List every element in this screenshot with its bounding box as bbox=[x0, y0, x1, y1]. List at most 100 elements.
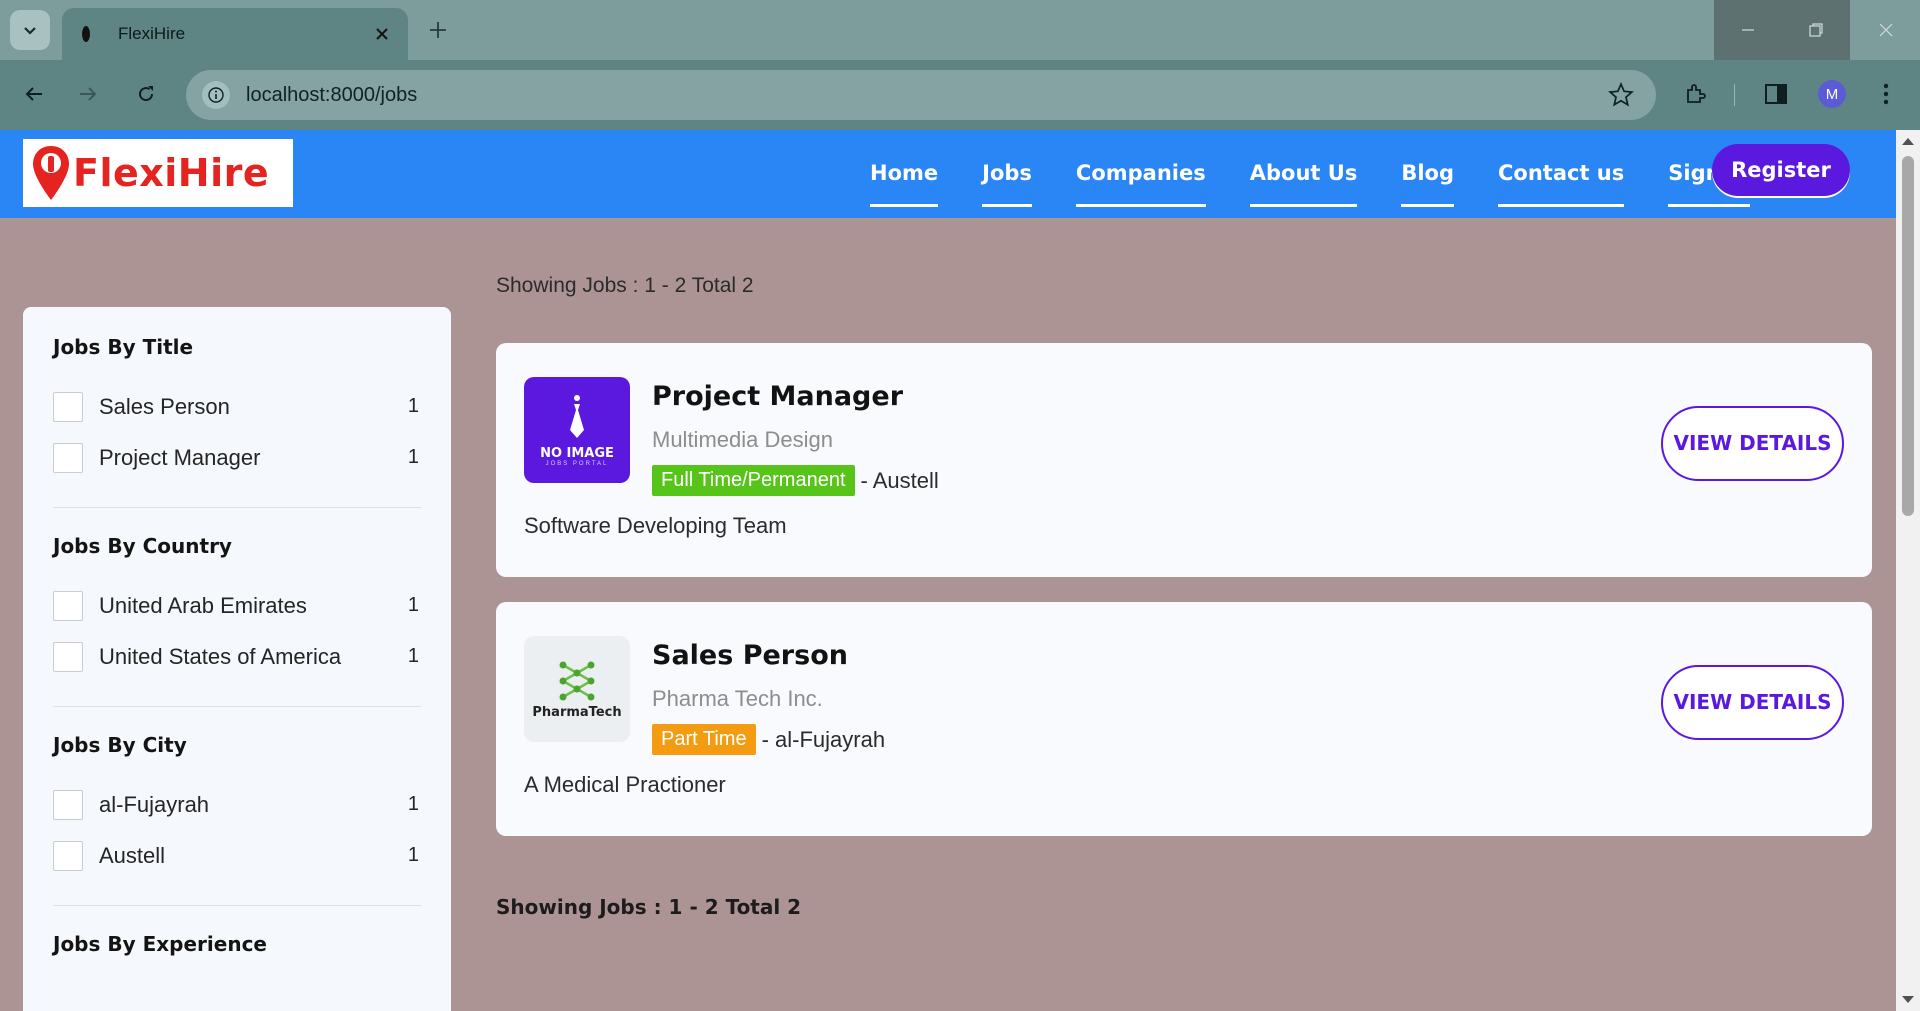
view-details-button[interactable]: VIEW DETAILS bbox=[1661, 406, 1844, 481]
tab-favicon-icon bbox=[78, 24, 94, 44]
job-type-badge: Full Time/Permanent bbox=[652, 465, 855, 496]
filter-checkbox[interactable] bbox=[53, 442, 83, 473]
nav-about-us[interactable]: About Us bbox=[1249, 153, 1357, 207]
register-button[interactable]: Register bbox=[1712, 144, 1850, 196]
company-logo-text: PharmaTech bbox=[532, 704, 622, 720]
filter-item[interactable]: Austell 1 bbox=[53, 830, 421, 881]
view-details-button[interactable]: VIEW DETAILS bbox=[1661, 665, 1844, 740]
site-logo[interactable]: FlexiHire bbox=[23, 139, 293, 207]
kebab-menu-icon bbox=[1883, 83, 1889, 105]
reload-icon bbox=[139, 86, 154, 102]
page-viewport: FlexiHire Home Jobs Companies About Us B… bbox=[0, 130, 1896, 1011]
job-type-badge: Part Time bbox=[652, 724, 756, 755]
address-bar[interactable]: localhost:8000/jobs bbox=[186, 70, 1656, 120]
job-description: A Medical Practioner bbox=[524, 772, 726, 797]
forward-button[interactable] bbox=[70, 76, 106, 112]
logo-placeholder-text: NO IMAGE bbox=[540, 445, 614, 461]
filter-item[interactable]: Sales Person 1 bbox=[53, 381, 421, 432]
browser-tab-strip: FlexiHire bbox=[0, 0, 1920, 60]
filter-heading: Jobs By Experience bbox=[53, 932, 267, 956]
company-name: Multimedia Design bbox=[652, 427, 833, 452]
job-location: - Austell bbox=[860, 467, 939, 493]
filter-label[interactable]: United States of America bbox=[99, 644, 408, 670]
restore-icon bbox=[1809, 23, 1823, 37]
location-pin-icon bbox=[33, 146, 69, 200]
window-close-button[interactable] bbox=[1852, 0, 1920, 60]
side-panel-button[interactable] bbox=[1758, 76, 1794, 112]
browser-menu-button[interactable] bbox=[1868, 76, 1904, 112]
filter-section-experience: Jobs By Experience bbox=[53, 932, 421, 1002]
side-panel-icon bbox=[1765, 84, 1787, 104]
company-logo: NO IMAGE JOBS PORTAL bbox=[524, 377, 630, 483]
filter-checkbox[interactable] bbox=[53, 391, 83, 422]
job-meta: Part Time - al-Fujayrah bbox=[652, 724, 885, 755]
forward-arrow-icon bbox=[80, 87, 97, 101]
job-meta: Full Time/Permanent - Austell bbox=[652, 465, 939, 496]
tab-title: FlexiHire bbox=[118, 24, 186, 43]
job-location: - al-Fujayrah bbox=[761, 726, 886, 752]
filter-label[interactable]: Austell bbox=[99, 843, 408, 869]
browser-toolbar: localhost:8000/jobs M bbox=[0, 60, 1920, 130]
filter-count: 1 bbox=[407, 793, 419, 815]
reload-button[interactable] bbox=[128, 76, 164, 112]
job-title[interactable]: Project Manager bbox=[652, 381, 903, 412]
filter-label[interactable]: United Arab Emirates bbox=[99, 593, 408, 619]
filter-item[interactable]: Project Manager 1 bbox=[53, 432, 421, 483]
toolbar-divider bbox=[1734, 84, 1735, 106]
tie-icon bbox=[570, 394, 584, 438]
filter-count: 1 bbox=[407, 645, 419, 667]
filter-item[interactable]: United Arab Emirates 1 bbox=[53, 580, 421, 631]
filter-checkbox[interactable] bbox=[53, 840, 83, 871]
star-icon[interactable] bbox=[1608, 82, 1634, 108]
url-text[interactable]: localhost:8000/jobs bbox=[246, 84, 417, 107]
filter-heading: Jobs By Country bbox=[53, 534, 232, 558]
company-name: Pharma Tech Inc. bbox=[652, 686, 823, 711]
nav-home[interactable]: Home bbox=[870, 153, 939, 207]
filters-sidebar: Jobs By Title Sales Person 1 Project Man… bbox=[23, 307, 451, 1011]
filter-label[interactable]: Sales Person bbox=[99, 394, 408, 420]
filter-label[interactable]: al-Fujayrah bbox=[99, 792, 408, 818]
minimize-icon bbox=[1742, 29, 1754, 31]
site-header: FlexiHire Home Jobs Companies About Us B… bbox=[0, 130, 1896, 218]
filter-item[interactable]: al-Fujayrah 1 bbox=[53, 779, 421, 830]
scroll-down-arrow[interactable] bbox=[1902, 996, 1914, 1003]
new-tab-button[interactable] bbox=[424, 16, 452, 44]
info-icon[interactable] bbox=[202, 81, 230, 109]
job-description: Software Developing Team bbox=[524, 513, 787, 538]
main-nav: Home Jobs Companies About Us Blog Contac… bbox=[870, 130, 1794, 218]
back-button[interactable] bbox=[16, 76, 52, 112]
nav-jobs[interactable]: Jobs bbox=[982, 153, 1032, 207]
filter-checkbox[interactable] bbox=[53, 641, 83, 672]
filter-count: 1 bbox=[407, 594, 419, 616]
scrollbar-thumb[interactable] bbox=[1902, 156, 1914, 516]
filter-heading: Jobs By City bbox=[53, 733, 187, 757]
extensions-icon bbox=[1687, 84, 1706, 103]
job-title[interactable]: Sales Person bbox=[652, 640, 848, 671]
filter-heading: Jobs By Title bbox=[53, 335, 194, 359]
profile-avatar[interactable]: M bbox=[1818, 80, 1846, 108]
nav-contact-us[interactable]: Contact us bbox=[1498, 153, 1625, 207]
filter-item[interactable]: United States of America 1 bbox=[53, 631, 421, 682]
filter-section-country: Jobs By Country United Arab Emirates 1 U… bbox=[53, 534, 421, 707]
close-icon[interactable] bbox=[370, 22, 394, 46]
job-card: PharmaTech Sales Person Pharma Tech Inc.… bbox=[496, 602, 1872, 836]
restore-button[interactable] bbox=[1782, 0, 1850, 60]
minimize-button[interactable] bbox=[1714, 0, 1782, 60]
logo-text: FlexiHire bbox=[73, 151, 270, 195]
company-logo: PharmaTech bbox=[524, 636, 630, 742]
filter-count: 1 bbox=[407, 446, 419, 468]
browser-tab[interactable]: FlexiHire bbox=[62, 8, 408, 60]
tab-list-button[interactable] bbox=[10, 10, 50, 50]
job-card: NO IMAGE JOBS PORTAL Project Manager Mul… bbox=[496, 343, 1872, 577]
extensions-button[interactable] bbox=[1678, 76, 1714, 112]
filter-label[interactable]: Project Manager bbox=[99, 445, 408, 471]
filter-count: 1 bbox=[407, 395, 419, 417]
scroll-up-arrow[interactable] bbox=[1902, 138, 1914, 145]
filter-checkbox[interactable] bbox=[53, 789, 83, 820]
nav-blog[interactable]: Blog bbox=[1401, 153, 1454, 207]
page-scrollbar[interactable] bbox=[1896, 130, 1920, 1011]
plus-icon bbox=[430, 22, 446, 38]
filter-checkbox[interactable] bbox=[53, 590, 83, 621]
close-icon bbox=[1879, 23, 1893, 37]
nav-companies[interactable]: Companies bbox=[1075, 153, 1206, 207]
